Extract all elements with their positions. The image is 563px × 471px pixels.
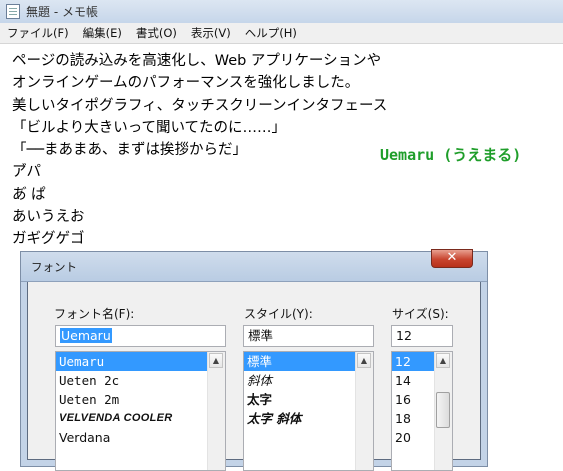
- font-name-value: Uemaru: [60, 328, 112, 343]
- editor-line: 「ビルより大きいって聞いてたのに……」: [12, 119, 287, 136]
- font-list[interactable]: Uemaru Ueten 2c Ueten 2m VELVENDA COOLER…: [55, 351, 226, 471]
- font-list-item[interactable]: Uemaru: [56, 352, 225, 371]
- font-list-item[interactable]: Ueten 2c: [56, 371, 225, 390]
- editor-line: 美しいタイポグラフィ、タッチスクリーンインタフェース: [12, 97, 388, 114]
- font-list-item[interactable]: VELVENDA COOLER: [56, 409, 225, 428]
- style-list-item[interactable]: 太字: [244, 390, 373, 409]
- title-bar: 無題 - メモ帳: [0, 0, 563, 24]
- style-input[interactable]: 標準: [243, 325, 374, 347]
- style-list-item[interactable]: 太字 斜体: [244, 409, 373, 428]
- font-list-item[interactable]: Verdana: [56, 428, 225, 447]
- size-list[interactable]: 12 14 16 18 20 ▲: [391, 351, 453, 471]
- editor-line: ア゙パ: [12, 164, 41, 181]
- editor-line: 「──まあまあ、まずは挨拶からだ」: [12, 142, 247, 159]
- size-label: サイズ(S):: [392, 307, 449, 321]
- size-list-scrollbar[interactable]: ▲: [434, 352, 452, 470]
- close-icon[interactable]: ✕: [431, 249, 473, 268]
- menu-help[interactable]: ヘルプ(H): [238, 23, 304, 43]
- editor-text-area[interactable]: ページの読み込みを高速化し、Web アプリケーションや オンラインゲームのパフォ…: [12, 50, 387, 251]
- menu-format[interactable]: 書式(O): [129, 23, 184, 43]
- font-list-scrollbar[interactable]: ▲: [207, 352, 225, 470]
- scroll-thumb[interactable]: [436, 392, 450, 428]
- style-list-item[interactable]: 標準: [244, 352, 373, 371]
- scroll-up-icon[interactable]: ▲: [436, 353, 450, 368]
- font-list-item[interactable]: Ueten 2m: [56, 390, 225, 409]
- window-title: 無題 - メモ帳: [26, 5, 98, 19]
- scroll-up-icon[interactable]: ▲: [209, 353, 223, 368]
- font-name-annotation: Uemaru (うえまる): [380, 146, 522, 164]
- editor-line: ガギグゲゴ: [12, 231, 85, 248]
- scroll-up-icon[interactable]: ▲: [357, 353, 371, 368]
- dialog-title: フォント: [31, 260, 77, 274]
- editor-line: ページの読み込みを高速化し、Web アプリケーションや: [12, 53, 382, 69]
- editor-line: オンラインゲームのパフォーマンスを強化しました。: [12, 75, 360, 92]
- font-name-input[interactable]: Uemaru: [55, 325, 226, 347]
- font-name-label: フォント名(F):: [54, 307, 135, 321]
- size-input[interactable]: 12: [391, 325, 453, 347]
- style-list[interactable]: 標準 斜体 太字 太字 斜体 ▲: [243, 351, 374, 471]
- style-list-scrollbar[interactable]: ▲: [355, 352, 373, 470]
- style-label: スタイル(Y):: [244, 307, 313, 321]
- notepad-icon: [6, 4, 20, 19]
- dialog-title-bar: フォント ✕: [21, 249, 487, 282]
- menu-bar: ファイル(F) 編集(E) 書式(O) 表示(V) ヘルプ(H): [0, 23, 563, 44]
- menu-edit[interactable]: 編集(E): [76, 23, 129, 43]
- menu-file[interactable]: ファイル(F): [0, 23, 76, 43]
- menu-view[interactable]: 表示(V): [184, 23, 238, 43]
- editor-line: あ゙ ぱ: [12, 186, 46, 203]
- editor-line: あいうえお: [12, 209, 85, 226]
- style-list-item[interactable]: 斜体: [244, 371, 373, 390]
- font-dialog: フォント ✕ フォント名(F): スタイル(Y): サイズ(S): Uemaru…: [21, 249, 487, 471]
